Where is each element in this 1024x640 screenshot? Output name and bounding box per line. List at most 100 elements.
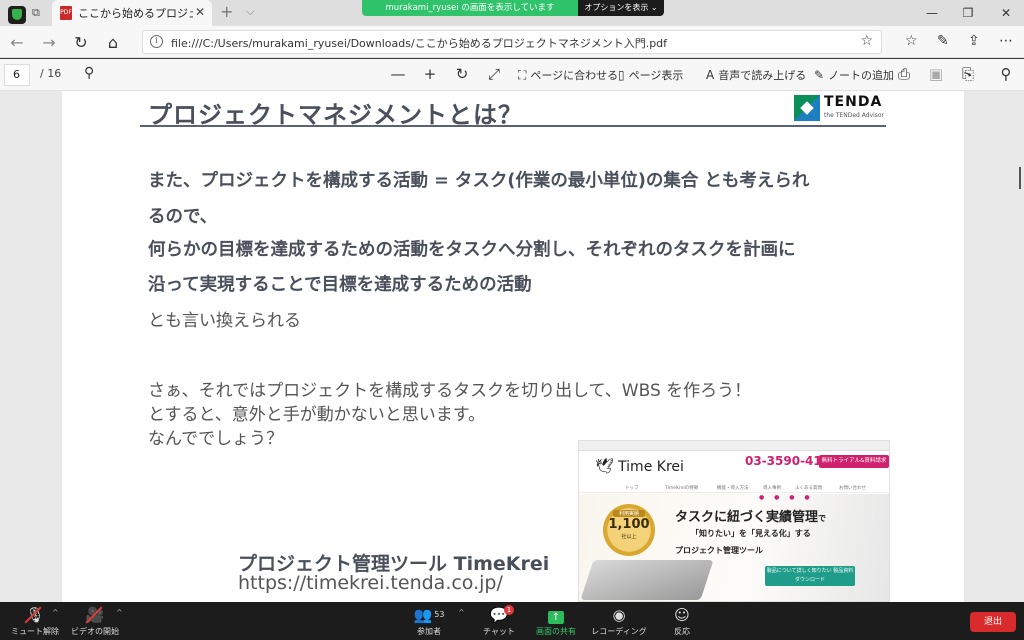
thumb-nav-item: お問い合わせ	[839, 486, 866, 491]
zoom-out-icon[interactable]: —	[390, 65, 406, 83]
reactions-smile-icon: ☺	[674, 606, 690, 624]
window-close-icon[interactable]: ✕	[999, 6, 1013, 20]
badge-top: 利用実績	[613, 510, 645, 517]
laptop-image	[580, 560, 714, 600]
thumb-download-button: 製品について詳しく知りたい 製品資料ダウンロード	[765, 566, 855, 586]
thumb-hero: ● ● ● ● 利用実績 1,100 社以上 タスクに紐づく実績管理で 「知りた…	[579, 494, 889, 601]
thumb-nav-item: 機能・導入方法	[717, 486, 749, 491]
heading-underline	[140, 125, 886, 127]
thumb-headline: タスクに紐づく実績管理で	[675, 510, 827, 525]
body-line-1: また、プロジェクトを構成する活動 = タスク(作業の最小単位)の集合 とも考えら…	[148, 171, 810, 191]
pen-icon[interactable]: ✎	[937, 33, 949, 49]
home-icon[interactable]: ⌂	[104, 33, 122, 52]
pdf-toolbar: 6 / 16 ⚲ — + ↻ ⤢ ⛶ ページに合わせる ▯ ページ表示 A 音声で読み…	[0, 59, 1024, 91]
forward-arrow-icon[interactable]: →	[40, 33, 58, 52]
save-as-icon[interactable]: ⎘	[960, 65, 976, 83]
thumb-nav-item: 導入事例	[763, 486, 781, 491]
thumb-cta-button: 無料トライアル&資料請求はこちら	[819, 455, 889, 477]
record-label: レコーディング	[591, 627, 647, 636]
badge-number: 1,100	[608, 517, 650, 532]
timekrei-website-screenshot: 🕊 Time Krei 03-3590-4110 無料トライアル&資料請求はこちら…	[578, 440, 890, 602]
thumb-subheading-2: プロジェクト管理ツール	[675, 546, 763, 555]
zoom-in-icon[interactable]: +	[422, 65, 438, 83]
thumb-url-bar	[579, 441, 889, 451]
page-total: / 16	[40, 67, 62, 80]
zoom-meeting-controls: 🎙 ミュート解除 ^ 🎥 ビデオの開始 ^ 👥 53 参加者 ^ 💬 1 チャット…	[0, 602, 1024, 640]
leave-meeting-button[interactable]: 退出	[970, 612, 1016, 632]
thumb-nav-item: よくある質問	[795, 486, 822, 491]
reactions-label: 反応	[674, 627, 690, 636]
body-line-5: とも言い換えられる	[148, 311, 301, 331]
url-text[interactable]: file:///C:/Users/murakami_ryusei/Downloa…	[171, 35, 667, 51]
pdf-viewer[interactable]: プロジェクトマネジメントとは？ TENDA the TENDed Advisor…	[0, 91, 1024, 602]
browser-tab-strip: ⧉ PDF ここから始めるプロジェクトマ ✕ + ⌵ murakami_ryus…	[0, 0, 1024, 26]
logo-tagline: the TENDed Advisor	[824, 112, 885, 119]
chat-unread-badge: 1	[504, 605, 514, 615]
new-tab-icon[interactable]: +	[220, 2, 233, 21]
audio-options-chevron-icon[interactable]: ^	[52, 608, 59, 617]
tenda-logo: TENDA the TENDed Advisor	[794, 94, 885, 123]
favorites-list-icon[interactable]: ☆	[905, 33, 918, 49]
url-field[interactable]: i file:///C:/Users/murakami_ryusei/Downl…	[142, 30, 882, 54]
microphone-muted-icon: 🎙	[25, 606, 45, 624]
save-icon[interactable]: ▣	[928, 65, 944, 83]
page-number-input[interactable]: 6	[4, 64, 30, 86]
page-view-button[interactable]: ▯ ページ表示	[618, 67, 683, 83]
usage-badge: 利用実績 1,100 社以上	[603, 504, 655, 556]
thumb-nav-item: トップ	[625, 486, 639, 491]
body-line-3: 何らかの目標を達成するための活動をタスクへ分割し、それぞれのタスクを計画に	[148, 240, 796, 260]
record-button[interactable]: ◉ レコーディング	[584, 604, 654, 637]
body-line-7: とすると、意外と手が動かないと思います。	[148, 405, 486, 425]
add-notes-button[interactable]: ✎ ノートの追加	[814, 67, 894, 83]
thumb-subheading: 「知りたい」を「見える化」する	[691, 529, 811, 538]
back-arrow-icon[interactable]: ←	[8, 33, 26, 52]
read-aloud-button[interactable]: A 音声で読み上げる	[706, 67, 806, 83]
favorite-star-icon[interactable]: ☆	[860, 33, 873, 49]
tool-url: https://timekrei.tenda.co.jp/	[238, 572, 503, 594]
fullscreen-icon[interactable]: ⤢	[486, 65, 502, 83]
pin-toolbar-icon[interactable]: ⚲	[998, 65, 1014, 83]
start-video-label: ビデオの開始	[71, 627, 119, 636]
participants-label: 参加者	[417, 627, 441, 636]
more-menu-icon[interactable]: ⋯	[999, 33, 1013, 49]
search-icon[interactable]: ⚲	[84, 65, 94, 81]
share-screen-button[interactable]: ↑ 画面の共有	[521, 604, 591, 637]
thumb-dots: ● ● ● ●	[759, 494, 814, 501]
timekrei-logo: 🕊 Time Krei	[595, 457, 684, 475]
refresh-icon[interactable]: ↻	[72, 33, 90, 52]
share-icon[interactable]: ⇪	[968, 33, 980, 49]
screen-share-banner: murakami_ryusei の画面を表示しています	[362, 0, 578, 16]
reactions-button[interactable]: ☺ 反応	[647, 604, 717, 637]
body-line-6: さぁ、それではプロジェクトを構成するタスクを切り出して、WBS を作ろう！	[148, 381, 752, 401]
participants-icon: 👥	[413, 606, 433, 624]
body-line-4: 沿って実現することで目標を達成するための活動	[148, 275, 532, 295]
vertical-scrollbar[interactable]	[1019, 167, 1021, 189]
tab-list-chevron-icon[interactable]: ⌵	[246, 5, 254, 19]
badge-bottom: 社以上	[621, 534, 637, 540]
address-bar-row: ← → ↻ ⌂ i file:///C:/Users/murakami_ryus…	[0, 26, 1024, 58]
tenda-logo-icon	[794, 95, 820, 121]
thumb-nav: トップ TimeKreiの特徴 機能・導入方法 導入事例 よくある質問 お問い合…	[579, 484, 889, 493]
fit-page-button[interactable]: ⛶ ページに合わせる	[518, 67, 618, 83]
body-line-2: るので、	[148, 207, 218, 227]
thumb-nav-item: TimeKreiの特徴	[665, 486, 699, 491]
participant-count: 53	[434, 610, 445, 619]
video-off-icon: 🎥	[85, 606, 105, 624]
tab-title: ここから始めるプロジェクトマ	[78, 7, 193, 20]
rotate-icon[interactable]: ↻	[454, 65, 470, 83]
tab-actions-icon[interactable]: ⧉	[32, 7, 44, 19]
print-icon[interactable]: ⎙	[896, 65, 912, 83]
zoom-shield-icon[interactable]	[8, 6, 26, 24]
pdf-file-icon: PDF	[60, 6, 72, 20]
browser-tab-pdf[interactable]: PDF ここから始めるプロジェクトマ ✕	[52, 0, 212, 26]
logo-name: TENDA	[824, 94, 883, 110]
info-icon[interactable]: i	[150, 35, 163, 48]
restore-icon[interactable]: ❐	[961, 6, 975, 20]
tab-close-icon[interactable]: ✕	[195, 5, 205, 19]
participants-button[interactable]: 👥 53 参加者	[394, 604, 464, 637]
video-options-chevron-icon[interactable]: ^	[116, 608, 123, 617]
minimize-icon[interactable]: —	[925, 6, 939, 20]
share-options-button[interactable]: オプションを表示 ⌄	[578, 0, 664, 16]
notes-pen-icon: ✎	[814, 68, 825, 82]
bird-logo-icon: 🕊	[595, 457, 615, 475]
